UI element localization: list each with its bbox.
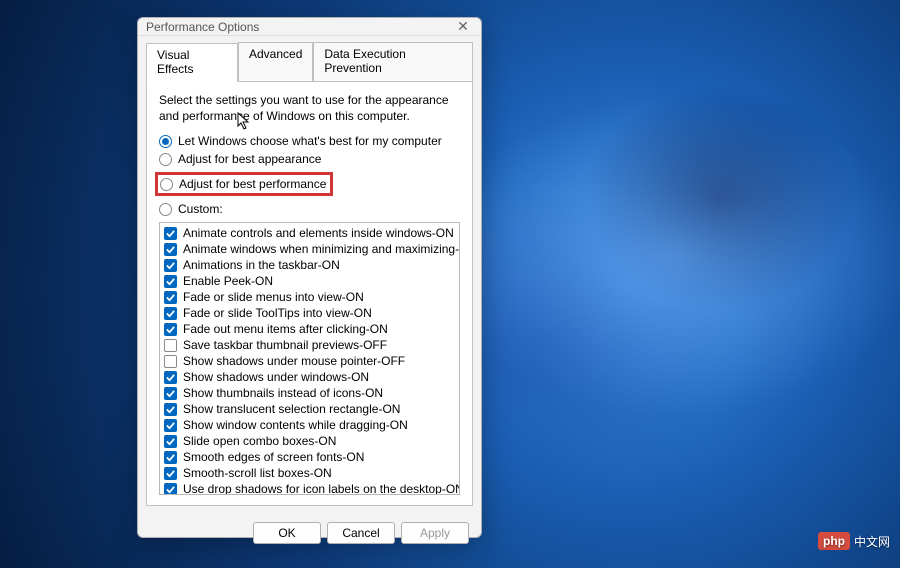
- watermark: php 中文网: [818, 532, 890, 550]
- tab-strip: Visual EffectsAdvancedData Execution Pre…: [138, 36, 481, 81]
- check-label: Enable Peek-ON: [183, 274, 273, 288]
- radio-let-windows-choose-what-s-best-for-my-computer[interactable]: Let Windows choose what's best for my co…: [159, 134, 460, 148]
- check-label: Animations in the taskbar-ON: [183, 258, 340, 272]
- check-label: Use drop shadows for icon labels on the …: [183, 482, 460, 495]
- check-label: Show window contents while dragging-ON: [183, 418, 408, 432]
- panel-description: Select the settings you want to use for …: [159, 92, 460, 124]
- check-label: Show shadows under windows-ON: [183, 370, 369, 384]
- check-label: Smooth-scroll list boxes-ON: [183, 466, 332, 480]
- check-8[interactable]: Show shadows under mouse pointer-OFF: [162, 353, 457, 369]
- check-7[interactable]: Save taskbar thumbnail previews-OFF: [162, 337, 457, 353]
- check-label: Animate controls and elements inside win…: [183, 226, 454, 240]
- tab-data-execution-prevention[interactable]: Data Execution Prevention: [313, 42, 473, 81]
- check-label: Slide open combo boxes-ON: [183, 434, 336, 448]
- check-label: Show thumbnails instead of icons-ON: [183, 386, 383, 400]
- visual-effects-panel: Select the settings you want to use for …: [146, 81, 473, 506]
- tab-visual-effects[interactable]: Visual Effects: [146, 43, 238, 82]
- check-label: Smooth edges of screen fonts-ON: [183, 450, 364, 464]
- radio-label: Adjust for best appearance: [178, 152, 321, 166]
- radio-label: Let Windows choose what's best for my co…: [178, 134, 442, 148]
- radio-adjust-for-best-appearance[interactable]: Adjust for best appearance: [159, 152, 460, 166]
- check-label: Fade out menu items after clicking-ON: [183, 322, 388, 336]
- check-3[interactable]: Enable Peek-ON: [162, 273, 457, 289]
- check-2[interactable]: Animations in the taskbar-ON: [162, 257, 457, 273]
- checkbox-checked-icon: [164, 323, 177, 336]
- check-14[interactable]: Smooth edges of screen fonts-ON: [162, 449, 457, 465]
- checkbox-checked-icon: [164, 291, 177, 304]
- visual-effects-listbox[interactable]: Animate controls and elements inside win…: [159, 222, 460, 495]
- check-10[interactable]: Show thumbnails instead of icons-ON: [162, 385, 457, 401]
- check-11[interactable]: Show translucent selection rectangle-ON: [162, 401, 457, 417]
- check-label: Show translucent selection rectangle-ON: [183, 402, 400, 416]
- radio-custom[interactable]: Custom:: [159, 202, 460, 216]
- check-label: Animate windows when minimizing and maxi…: [183, 242, 460, 256]
- checkbox-checked-icon: [164, 419, 177, 432]
- check-label: Show shadows under mouse pointer-OFF: [183, 354, 405, 368]
- checkbox-checked-icon: [164, 467, 177, 480]
- radio-adjust-for-best-performance[interactable]: Adjust for best performance: [155, 172, 333, 196]
- check-15[interactable]: Smooth-scroll list boxes-ON: [162, 465, 457, 481]
- checkbox-checked-icon: [164, 403, 177, 416]
- checkbox-checked-icon: [164, 451, 177, 464]
- tab-advanced[interactable]: Advanced: [238, 42, 313, 81]
- check-1[interactable]: Animate windows when minimizing and maxi…: [162, 241, 457, 257]
- watermark-logo: php: [818, 532, 850, 550]
- ok-button[interactable]: OK: [253, 522, 321, 544]
- radio-icon: [159, 203, 172, 216]
- cancel-button[interactable]: Cancel: [327, 522, 395, 544]
- check-12[interactable]: Show window contents while dragging-ON: [162, 417, 457, 433]
- check-13[interactable]: Slide open combo boxes-ON: [162, 433, 457, 449]
- performance-options-dialog: Performance Options ✕ Visual EffectsAdva…: [137, 17, 482, 538]
- checkbox-checked-icon: [164, 259, 177, 272]
- close-icon[interactable]: ✕: [453, 18, 473, 35]
- check-16[interactable]: Use drop shadows for icon labels on the …: [162, 481, 457, 495]
- check-9[interactable]: Show shadows under windows-ON: [162, 369, 457, 385]
- checkbox-checked-icon: [164, 307, 177, 320]
- checkbox-checked-icon: [164, 435, 177, 448]
- dialog-button-row: OK Cancel Apply: [138, 514, 481, 554]
- check-0[interactable]: Animate controls and elements inside win…: [162, 225, 457, 241]
- check-label: Save taskbar thumbnail previews-OFF: [183, 338, 387, 352]
- checkbox-checked-icon: [164, 275, 177, 288]
- checkbox-checked-icon: [164, 483, 177, 496]
- radio-icon: [159, 135, 172, 148]
- apply-button[interactable]: Apply: [401, 522, 469, 544]
- checkbox-unchecked-icon: [164, 339, 177, 352]
- checkbox-checked-icon: [164, 227, 177, 240]
- radio-label: Adjust for best performance: [179, 177, 326, 191]
- check-4[interactable]: Fade or slide menus into view-ON: [162, 289, 457, 305]
- checkbox-checked-icon: [164, 371, 177, 384]
- check-5[interactable]: Fade or slide ToolTips into view-ON: [162, 305, 457, 321]
- checkbox-checked-icon: [164, 243, 177, 256]
- checkbox-unchecked-icon: [164, 355, 177, 368]
- dialog-title: Performance Options: [146, 20, 453, 34]
- watermark-text: 中文网: [854, 533, 890, 550]
- check-label: Fade or slide ToolTips into view-ON: [183, 306, 372, 320]
- radio-icon: [160, 178, 173, 191]
- checkbox-checked-icon: [164, 387, 177, 400]
- dialog-titlebar[interactable]: Performance Options ✕: [138, 18, 481, 36]
- radio-label: Custom:: [178, 202, 223, 216]
- radio-icon: [159, 153, 172, 166]
- check-6[interactable]: Fade out menu items after clicking-ON: [162, 321, 457, 337]
- check-label: Fade or slide menus into view-ON: [183, 290, 364, 304]
